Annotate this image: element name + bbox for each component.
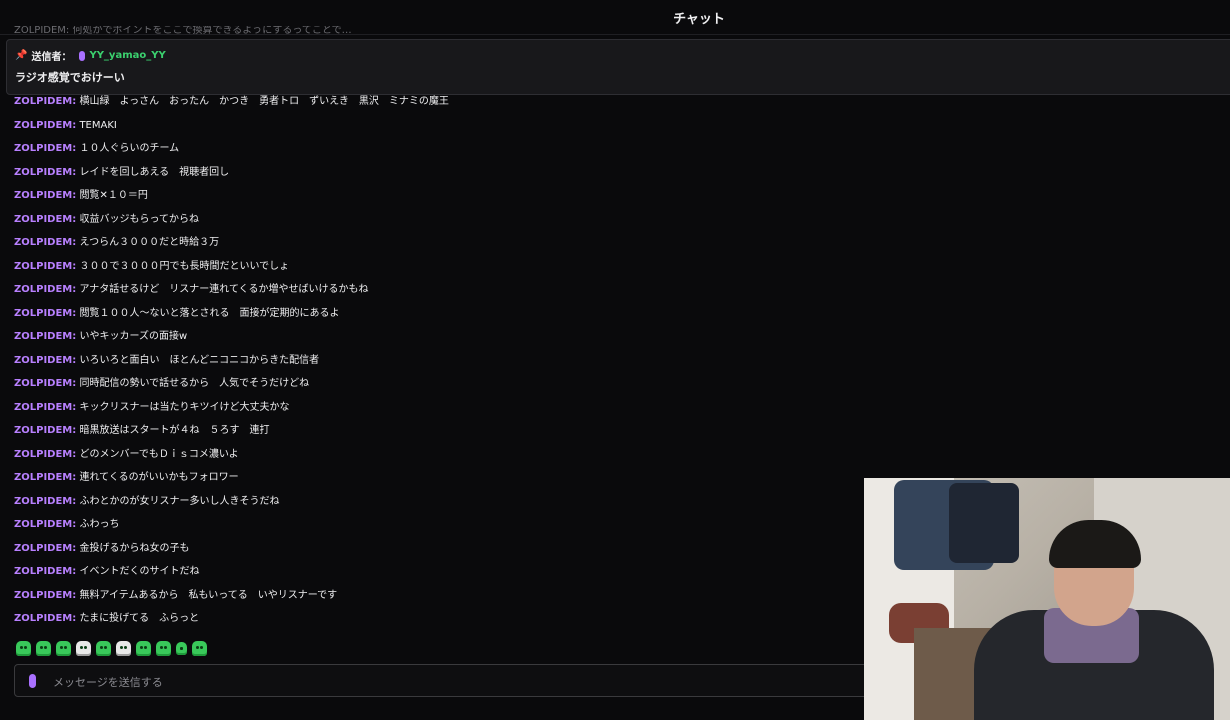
- chat-message: ZOLPIDEM: 収益バッジもらってからね: [14, 212, 854, 236]
- webcam-hanging-jacket: [949, 483, 1019, 563]
- chat-message-text: 閲覧✕１０＝円: [79, 190, 148, 201]
- chat-message-text: ふわとかのが女リスナー多いし人きそうだね: [79, 495, 280, 507]
- microphone-icon[interactable]: [29, 674, 36, 688]
- chat-message-text: 横山緑 よっさん おったん かつき 勇者トロ ずいえき 黒沢 ミナミの魔王: [79, 96, 449, 107]
- pinned-username[interactable]: YY_yamao_YY: [89, 50, 165, 61]
- chat-header: チャット ZOLPIDEM: 何処かでポイントをここで換算できるようにするってこ…: [0, 0, 1230, 36]
- pinned-header: 📌 送信者： YY_yamao_YY: [15, 48, 166, 63]
- chat-message-text: いやキッカーズの面接w: [79, 331, 188, 342]
- chat-username[interactable]: ZOLPIDEM:: [14, 378, 76, 389]
- chat-username[interactable]: ZOLPIDEM:: [14, 590, 76, 601]
- pinned-label: 送信者：: [31, 52, 72, 63]
- chat-username[interactable]: ZOLPIDEM:: [14, 167, 76, 178]
- chat-username[interactable]: ZOLPIDEM:: [14, 143, 76, 154]
- chat-username[interactable]: ZOLPIDEM:: [14, 519, 76, 530]
- chat-username[interactable]: ZOLPIDEM:: [14, 261, 76, 272]
- white-face-emote[interactable]: [76, 641, 91, 656]
- chat-message-text: 金投げるからね女の子も: [79, 542, 190, 554]
- green-wave-emote[interactable]: [96, 641, 111, 656]
- chat-message-text: 閲覧１００人〜ないと落とされる 面接が定期的にあるよ: [79, 307, 340, 319]
- chat-username[interactable]: ZOLPIDEM:: [14, 543, 76, 554]
- chat-message-text: たまに投げてる ふらっと: [79, 613, 200, 624]
- chat-message: ZOLPIDEM: えつらん３０００だと時給３万: [14, 235, 854, 259]
- chat-message-list[interactable]: ZOLPIDEM: 横山緑 よっさん おったん かつき 勇者トロ ずいえき 黒沢…: [14, 94, 854, 635]
- chat-message: ZOLPIDEM: ３００で３０００円でも長時間だといいでしょ: [14, 259, 854, 283]
- chat-message: ZOLPIDEM: たまに投げてる ふらっと: [14, 611, 854, 635]
- chat-message-text: 暗黒放送はスタートが４ね ５ろす 連打: [79, 425, 270, 436]
- chat-username[interactable]: ZOLPIDEM:: [14, 96, 76, 107]
- chat-message: ZOLPIDEM: レイドを回しあえる 視聴者回し: [14, 165, 854, 189]
- chat-message-text: アナタ話せるけど リスナー連れてくるか増やせばいけるかもね: [79, 284, 369, 295]
- webcam-overlay: [864, 478, 1230, 720]
- chat-username[interactable]: ZOLPIDEM:: [14, 331, 76, 342]
- chat-message-text: 連れてくるのがいいかもフォロワー: [79, 472, 239, 483]
- chat-message: ZOLPIDEM: ふわっち: [14, 517, 854, 541]
- chat-message-text: 同時配信の勢いで話せるから 人気でそうだけどね: [79, 378, 310, 389]
- pinned-message-text: ラジオ感覚でおけーい: [15, 71, 125, 84]
- chat-message: ZOLPIDEM: ふわとかのが女リスナー多いし人きそうだね: [14, 494, 854, 518]
- green-smile-emote[interactable]: [136, 641, 151, 656]
- chat-username[interactable]: ZOLPIDEM:: [14, 284, 76, 295]
- chat-message-text: TEMAKI: [79, 119, 117, 131]
- chat-username[interactable]: ZOLPIDEM:: [14, 566, 76, 577]
- chat-username[interactable]: ZOLPIDEM:: [14, 237, 76, 248]
- chat-message: ZOLPIDEM: いやキッカーズの面接w: [14, 329, 854, 353]
- chat-message-text: えつらん３０００だと時給３万: [79, 237, 220, 248]
- chat-message: ZOLPIDEM: １０人ぐらいのチーム: [14, 141, 854, 165]
- chat-message: ZOLPIDEM: 暗黒放送はスタートが４ね ５ろす 連打: [14, 423, 854, 447]
- chat-message-text: いろいろと面白い ほとんどニコニコからきた配信者: [79, 354, 320, 366]
- chat-username[interactable]: ZOLPIDEM:: [14, 496, 76, 507]
- chat-username[interactable]: ZOLPIDEM:: [14, 613, 76, 624]
- microphone-icon: [79, 50, 86, 61]
- chat-username[interactable]: ZOLPIDEM:: [14, 120, 76, 131]
- chat-message: ZOLPIDEM: いろいろと面白い ほとんどニコニコからきた配信者: [14, 353, 854, 377]
- chat-username[interactable]: ZOLPIDEM:: [14, 214, 76, 225]
- white-cross-emote[interactable]: [116, 641, 131, 656]
- chat-username[interactable]: ZOLPIDEM:: [14, 425, 76, 436]
- pinned-message[interactable]: 📌 送信者： YY_yamao_YY ラジオ感覚でおけーい: [6, 39, 1230, 95]
- green-blob-emote[interactable]: [16, 641, 31, 656]
- emote-bar: [16, 641, 207, 656]
- chat-message-text: キックリスナーは当たりキツイけど大丈夫かな: [79, 401, 290, 413]
- chat-title: チャット: [673, 12, 725, 27]
- chat-message-text: イベントだくのサイトだね: [79, 566, 200, 577]
- green-blob-emote[interactable]: [156, 641, 171, 656]
- chat-message: ZOLPIDEM: TEMAKI: [14, 118, 854, 142]
- green-ghost-emote[interactable]: [36, 641, 51, 656]
- chat-message: ZOLPIDEM: 閲覧✕１０＝円: [14, 188, 854, 212]
- chat-message-text: 収益バッジもらってからね: [79, 213, 199, 225]
- chat-message: ZOLPIDEM: どのメンバーでもＤｉｓコメ濃いよ: [14, 447, 854, 471]
- pin-icon: 📌: [15, 50, 28, 61]
- chat-message: ZOLPIDEM: 金投げるからね女の子も: [14, 541, 854, 565]
- green-face-emote[interactable]: [192, 641, 207, 656]
- chat-input[interactable]: メッセージを送信する: [14, 664, 874, 697]
- green-box-emote[interactable]: [56, 641, 71, 656]
- chat-message-text: １０人ぐらいのチーム: [79, 143, 180, 154]
- chat-message: ZOLPIDEM: キックリスナーは当たりキツイけど大丈夫かな: [14, 400, 854, 424]
- chat-message-text: ふわっち: [79, 519, 120, 530]
- chat-message: ZOLPIDEM: 同時配信の勢いで話せるから 人気でそうだけどね: [14, 376, 854, 400]
- chat-message: ZOLPIDEM: 無料アイテムあるから 私もいってる いやリスナーです: [14, 588, 854, 612]
- chat-message: ZOLPIDEM: 連れてくるのがいいかもフォロワー: [14, 470, 854, 494]
- chat-username[interactable]: ZOLPIDEM:: [14, 472, 76, 483]
- chat-message-text: 無料アイテムあるから 私もいってる いやリスナーです: [79, 589, 338, 601]
- chat-username[interactable]: ZOLPIDEM:: [14, 402, 76, 413]
- chat-message-text: ３００で３０００円でも長時間だといいでしょ: [79, 260, 290, 272]
- chat-message: ZOLPIDEM: 横山緑 よっさん おったん かつき 勇者トロ ずいえき 黒沢…: [14, 94, 854, 118]
- chat-message: ZOLPIDEM: アナタ話せるけど リスナー連れてくるか増やせばいけるかもね: [14, 282, 854, 306]
- chat-message: ZOLPIDEM: 閲覧１００人〜ないと落とされる 面接が定期的にあるよ: [14, 306, 854, 330]
- chat-username[interactable]: ZOLPIDEM:: [14, 355, 76, 366]
- chat-input-placeholder: メッセージを送信する: [53, 676, 163, 689]
- chat-message-text: どのメンバーでもＤｉｓコメ濃いよ: [79, 448, 239, 460]
- chat-username[interactable]: ZOLPIDEM:: [14, 449, 76, 460]
- chat-username[interactable]: ZOLPIDEM:: [14, 190, 76, 201]
- partially-hidden-message: ZOLPIDEM: 何処かでポイントをここで換算できるようにするってことで…: [14, 26, 352, 36]
- chat-message-text: レイドを回しあえる 視聴者回し: [79, 166, 230, 178]
- chat-message: ZOLPIDEM: イベントだくのサイトだね: [14, 564, 854, 588]
- chat-username[interactable]: ZOLPIDEM:: [14, 308, 76, 319]
- green-small-emote[interactable]: [176, 642, 187, 655]
